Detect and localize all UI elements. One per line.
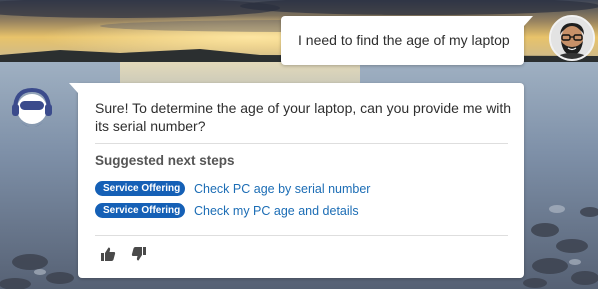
user-avatar	[549, 15, 595, 61]
suggested-steps-heading: Suggested next steps	[95, 153, 235, 168]
bot-message-text: Sure! To determine the age of your lapto…	[95, 100, 512, 134]
suggestion-row: Service Offering Check PC age by serial …	[95, 181, 370, 196]
user-message-text: I need to find the age of my laptop	[298, 32, 510, 48]
suggestion-link-check-pc-age-and-details[interactable]: Check my PC age and details	[194, 204, 359, 218]
divider	[95, 235, 508, 236]
thumbs-up-icon[interactable]	[100, 246, 116, 262]
bot-message-card: Sure! To determine the age of your lapto…	[69, 83, 524, 278]
user-message-bubble: I need to find the age of my laptop	[281, 16, 533, 65]
suggestion-link-check-pc-age-by-serial[interactable]: Check PC age by serial number	[194, 182, 370, 196]
thumbs-down-icon[interactable]	[131, 246, 147, 262]
service-offering-badge: Service Offering	[95, 181, 185, 196]
divider	[95, 143, 508, 144]
service-offering-badge: Service Offering	[95, 203, 185, 218]
virtual-agent-avatar	[8, 86, 56, 132]
suggestion-row: Service Offering Check my PC age and det…	[95, 203, 359, 218]
